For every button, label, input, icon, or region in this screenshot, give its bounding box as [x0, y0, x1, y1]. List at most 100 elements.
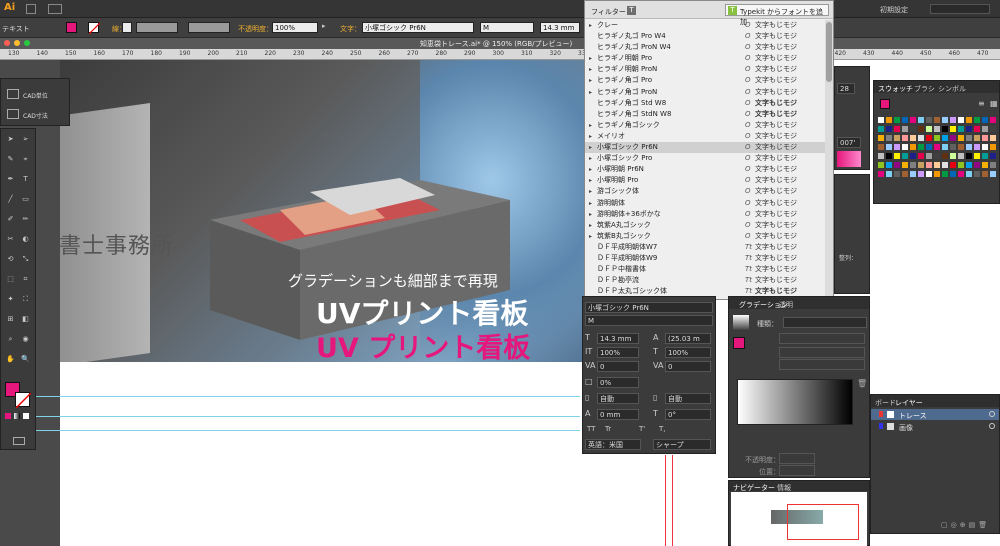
- superscript-button[interactable]: T': [639, 425, 645, 433]
- layer-name[interactable]: トレース: [899, 411, 927, 421]
- swatch[interactable]: [918, 162, 924, 168]
- swatch[interactable]: [966, 135, 972, 141]
- swatch[interactable]: [926, 153, 932, 159]
- cad-unit-label[interactable]: CAD単位: [23, 91, 48, 100]
- swatch[interactable]: [902, 153, 908, 159]
- swatch[interactable]: [966, 117, 972, 123]
- search-field[interactable]: [930, 4, 990, 14]
- swatch[interactable]: [942, 126, 948, 132]
- scrollbar-thumb[interactable]: [826, 22, 832, 82]
- expand-arrow-icon[interactable]: ▸: [589, 186, 592, 197]
- swatch[interactable]: [894, 153, 900, 159]
- font-size-field[interactable]: 14.3 mm: [540, 22, 580, 33]
- font-list-item[interactable]: ＤＦ平成明朝体W7 Tt 文字もじモジ: [585, 242, 825, 253]
- gradient-aspect-field[interactable]: [779, 359, 865, 370]
- swatch[interactable]: [894, 162, 900, 168]
- swatch[interactable]: [974, 117, 980, 123]
- swatch[interactable]: [886, 153, 892, 159]
- none-mode-icon[interactable]: [23, 413, 29, 419]
- swatch[interactable]: [966, 162, 972, 168]
- tool-icon[interactable]: ✦: [6, 295, 15, 304]
- char-font-size-field[interactable]: 14.3 mm: [597, 333, 639, 344]
- tool-icon[interactable]: ➢: [21, 135, 30, 144]
- swatch[interactable]: [910, 144, 916, 150]
- font-list-item[interactable]: ▸ 游明朝体+36ポかな O 文字もじモジ: [585, 209, 825, 220]
- swatch[interactable]: [974, 162, 980, 168]
- delete-stop-icon[interactable]: 🗑: [857, 379, 867, 388]
- swatch[interactable]: [934, 153, 940, 159]
- font-list-item[interactable]: ヒラギノ角ゴ Std W8 O 文字もじモジ: [585, 98, 825, 109]
- swatch[interactable]: [942, 162, 948, 168]
- subscript-button[interactable]: T,: [659, 425, 666, 433]
- swatch[interactable]: [918, 126, 924, 132]
- color-spectrum[interactable]: [837, 151, 861, 167]
- tool-icon[interactable]: 🔍: [21, 355, 30, 364]
- expand-arrow-icon[interactable]: ▸: [589, 164, 592, 175]
- swatch[interactable]: [918, 171, 924, 177]
- expand-arrow-icon[interactable]: ▸: [589, 231, 592, 242]
- swatch[interactable]: [886, 144, 892, 150]
- swatch[interactable]: [974, 153, 980, 159]
- swatch[interactable]: [958, 144, 964, 150]
- swatch[interactable]: [902, 162, 908, 168]
- expand-arrow-icon[interactable]: ▸: [589, 198, 592, 209]
- expand-arrow-icon[interactable]: ▸: [589, 75, 592, 86]
- cad-dimension-icon[interactable]: [7, 109, 19, 119]
- expand-arrow-icon[interactable]: ▸: [589, 220, 592, 231]
- swatch[interactable]: [886, 117, 892, 123]
- layer-row-image[interactable]: 画像: [871, 421, 999, 432]
- traced-title-text[interactable]: UV プリント看板: [316, 326, 530, 362]
- tool-icon[interactable]: ✐: [6, 215, 15, 224]
- tool-icon[interactable]: ✂: [6, 235, 15, 244]
- swatch[interactable]: [950, 135, 956, 141]
- layer-target-icon[interactable]: [989, 411, 995, 417]
- hex-value-field[interactable]: 007': [837, 137, 861, 148]
- swatch[interactable]: [902, 117, 908, 123]
- char-leading-field[interactable]: (25.03 m: [665, 333, 711, 344]
- char-tsume-field[interactable]: 0%: [597, 377, 639, 388]
- tool-icon[interactable]: ➤: [6, 135, 15, 144]
- swatch[interactable]: [934, 171, 940, 177]
- opacity-field[interactable]: 100%: [272, 22, 318, 33]
- guide-line[interactable]: [0, 416, 580, 417]
- gradient-mode-icon[interactable]: [14, 413, 20, 419]
- gradient-type-dropdown[interactable]: [783, 317, 867, 328]
- swatch[interactable]: [910, 162, 916, 168]
- swatch[interactable]: [934, 144, 940, 150]
- swatch[interactable]: [878, 171, 884, 177]
- tool-icon[interactable]: ✏: [21, 215, 30, 224]
- font-list-item[interactable]: ヒラギノ角ゴ StdN W8 O 文字もじモジ: [585, 109, 825, 120]
- swatch[interactable]: [934, 162, 940, 168]
- tool-icon[interactable]: T: [21, 175, 30, 184]
- tool-icon[interactable]: ⟲: [6, 255, 15, 264]
- color-mode-icon[interactable]: [5, 413, 11, 419]
- swatch[interactable]: [990, 144, 996, 150]
- expand-arrow-icon[interactable]: ▸: [589, 87, 592, 98]
- font-list-item[interactable]: ▸ メイリオ O 文字もじモジ: [585, 131, 825, 142]
- gradient-opacity-field[interactable]: [779, 453, 815, 464]
- swatch[interactable]: [958, 135, 964, 141]
- swatch[interactable]: [942, 144, 948, 150]
- swatch[interactable]: [950, 162, 956, 168]
- tool-icon[interactable]: ⛶: [21, 295, 30, 304]
- tool-icon[interactable]: ◐: [21, 235, 30, 244]
- gradient-ramp[interactable]: [737, 379, 853, 425]
- layers-footer-icons[interactable]: ▢◎⊕▤🗑: [941, 521, 990, 529]
- swatch[interactable]: [982, 144, 988, 150]
- filter-typekit-icon[interactable]: T: [627, 6, 636, 15]
- swatch[interactable]: [926, 135, 932, 141]
- expand-arrow-icon[interactable]: ▸: [589, 64, 592, 75]
- swatch[interactable]: [982, 117, 988, 123]
- swatch[interactable]: [966, 171, 972, 177]
- language-dropdown[interactable]: 英語：米国: [585, 439, 641, 450]
- swatch[interactable]: [894, 126, 900, 132]
- swatch[interactable]: [974, 135, 980, 141]
- swatch[interactable]: [966, 126, 972, 132]
- tool-icon[interactable]: ✒: [6, 175, 15, 184]
- swatch[interactable]: [918, 135, 924, 141]
- close-window-icon[interactable]: [4, 40, 10, 46]
- fill-color-swatch[interactable]: [66, 22, 77, 33]
- swatch[interactable]: [990, 135, 996, 141]
- all-caps-button[interactable]: TT: [587, 425, 595, 433]
- swatch[interactable]: [958, 117, 964, 123]
